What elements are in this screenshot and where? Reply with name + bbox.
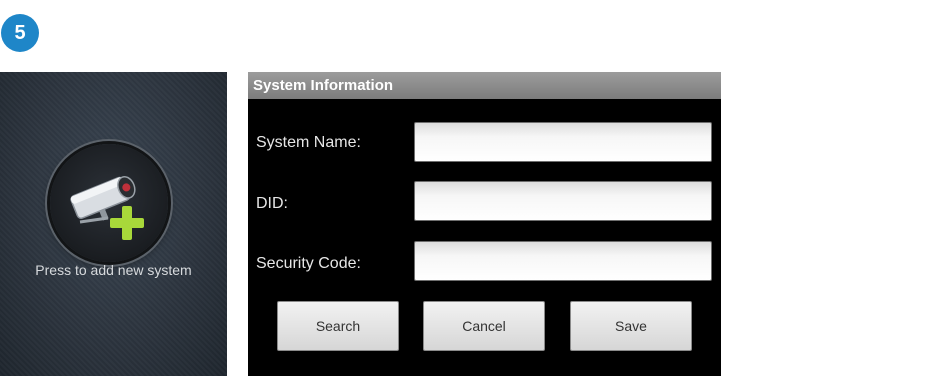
- search-button[interactable]: Search: [277, 301, 399, 351]
- dialog-title: System Information: [248, 72, 721, 99]
- system-name-input[interactable]: [414, 122, 712, 162]
- system-information-dialog: System Information System Name: DID: Sec…: [248, 72, 721, 376]
- add-system-label: Press to add new system: [35, 262, 192, 278]
- security-code-input[interactable]: [414, 241, 712, 281]
- step-badge: 5: [1, 14, 39, 52]
- cancel-button[interactable]: Cancel: [423, 301, 545, 351]
- did-label: DID:: [256, 195, 288, 212]
- system-name-label: System Name:: [256, 134, 361, 151]
- add-system-panel[interactable]: Press to add new system: [0, 72, 227, 376]
- add-system-button[interactable]: [50, 144, 168, 262]
- camera-add-icon: [70, 176, 144, 240]
- did-input[interactable]: [414, 181, 712, 221]
- save-button[interactable]: Save: [570, 301, 692, 351]
- security-code-label: Security Code:: [256, 255, 361, 272]
